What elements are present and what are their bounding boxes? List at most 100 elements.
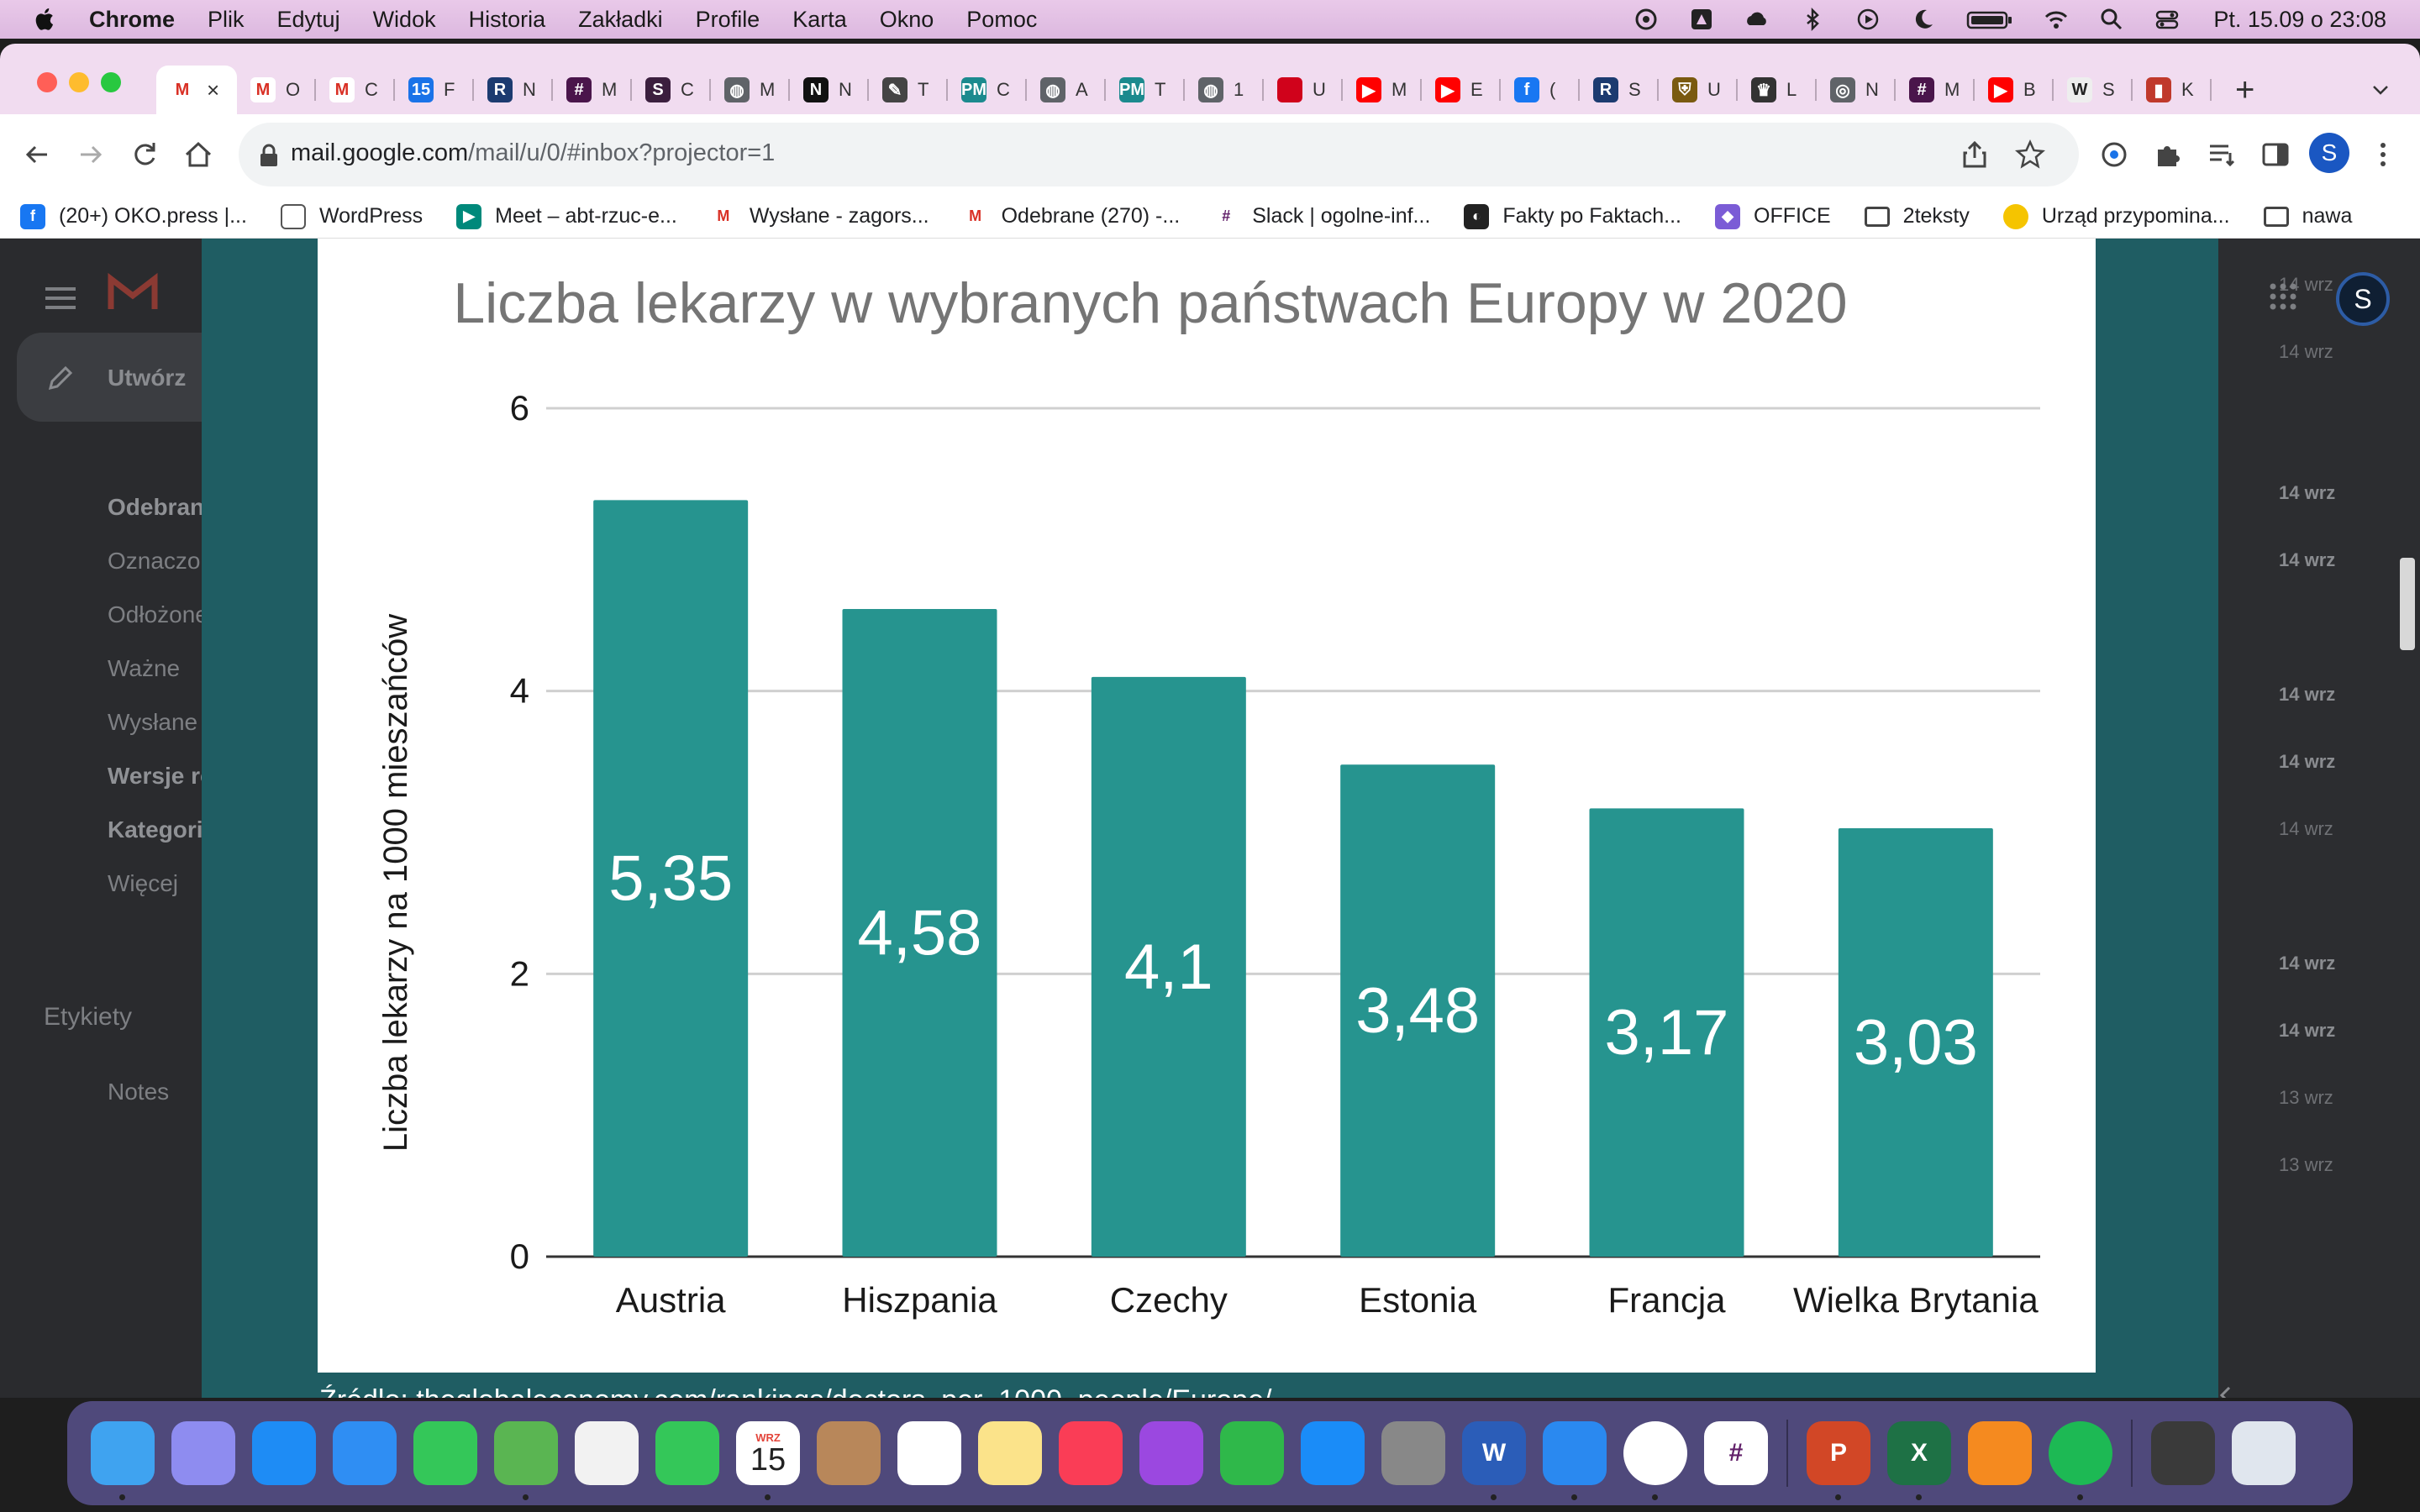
extension-vpn-icon[interactable] <box>2097 138 2131 171</box>
notes-icon[interactable] <box>978 1421 1042 1485</box>
browser-tab[interactable]: ◎ N <box>1817 66 1896 114</box>
browser-tab[interactable]: ▮ K <box>2133 66 2212 114</box>
browser-tab[interactable]: WS <box>2054 66 2133 114</box>
browser-tab[interactable]: f( <box>1501 66 1580 114</box>
keynote-icon[interactable] <box>1543 1421 1607 1500</box>
window-minimize-button[interactable] <box>69 72 89 92</box>
appstore-icon[interactable] <box>1301 1421 1365 1485</box>
reading-list-icon[interactable] <box>2205 138 2238 171</box>
browser-tab[interactable]: ▶ M <box>1343 66 1422 114</box>
contacts-icon[interactable] <box>817 1421 881 1485</box>
browser-tab[interactable]: MC <box>316 66 395 114</box>
browser-tab[interactable]: PM C <box>948 66 1027 114</box>
browser-tab[interactable]: SC <box>632 66 711 114</box>
browser-tab[interactable]: NN <box>790 66 869 114</box>
slack-icon[interactable]: # <box>1704 1421 1768 1485</box>
gmail-logo-icon[interactable] <box>108 272 158 311</box>
bookmark-item[interactable]: M Wysłane - zagors... <box>710 203 929 229</box>
share-icon[interactable] <box>1960 139 1990 170</box>
podcasts-icon[interactable] <box>1139 1421 1203 1485</box>
browser-tab[interactable]: MO <box>237 66 316 114</box>
new-tab-button[interactable]: + <box>2235 73 2254 107</box>
bookmark-item[interactable]: ◆ OFFICE <box>1715 203 1831 229</box>
side-panel-icon[interactable] <box>2259 138 2292 171</box>
google-apps-grid-icon[interactable] <box>2269 282 2297 311</box>
browser-tab[interactable]: ◍ A <box>1027 66 1106 114</box>
gmail-nav-item[interactable]: Wersje robocze <box>0 751 281 801</box>
music-icon[interactable] <box>1059 1421 1123 1485</box>
browser-tab[interactable]: ▶ B <box>1975 66 2054 114</box>
browser-tab[interactable]: # M <box>553 66 632 114</box>
bookmark-item[interactable]: f (20+) OKO.press |... <box>20 203 247 229</box>
bookmark-item[interactable]: ▶ Meet – abt-rzuc-e... <box>456 203 677 229</box>
hamburger-menu-icon[interactable] <box>44 286 77 311</box>
menu-edit[interactable]: Edytuj <box>277 7 340 33</box>
word-icon[interactable]: W <box>1462 1421 1526 1500</box>
bookmark-item[interactable]: ◐ Fakty po Faktach... <box>1464 203 1681 229</box>
browser-tab[interactable]: ◍ 1 <box>1185 66 1264 114</box>
forward-arrow-icon[interactable] <box>74 138 108 171</box>
menu-history[interactable]: Historia <box>469 7 546 33</box>
home-icon[interactable] <box>182 138 215 171</box>
bookmark-item[interactable]: # Slack | ogolne-inf... <box>1213 203 1430 229</box>
browser-tab[interactable]: ✎ T <box>869 66 948 114</box>
extensions-puzzle-icon[interactable] <box>2151 138 2185 171</box>
gmail-nav-item[interactable]: Odebrane <box>0 482 218 533</box>
reminders-icon[interactable] <box>897 1421 961 1485</box>
window-maximize-button[interactable] <box>101 72 121 92</box>
gmail-label-item[interactable]: Notes <box>0 1067 202 1117</box>
browser-tab[interactable]: M × <box>156 66 237 114</box>
maps-icon[interactable] <box>494 1421 558 1500</box>
browser-tab[interactable]: ⛨ U <box>1659 66 1738 114</box>
back-arrow-icon[interactable] <box>20 138 54 171</box>
bookmark-item[interactable]: M Odebrane (270) -... <box>962 203 1180 229</box>
lock-icon[interactable] <box>257 143 281 168</box>
chrome-menu-kebab-icon[interactable] <box>2366 138 2400 171</box>
battery-icon[interactable] <box>1966 7 2013 32</box>
mail-icon[interactable] <box>333 1421 397 1485</box>
moon-icon[interactable] <box>1911 7 1936 32</box>
launchpad-icon[interactable] <box>171 1421 235 1485</box>
gmail-account-avatar[interactable]: S <box>2336 272 2390 326</box>
menu-help[interactable]: Pomoc <box>966 7 1037 33</box>
profile-avatar[interactable]: S <box>2309 133 2349 173</box>
menu-tab[interactable]: Karta <box>792 7 847 33</box>
apple-icon[interactable] <box>32 7 55 32</box>
drive-icon[interactable] <box>1689 7 1714 32</box>
messages-icon[interactable] <box>413 1421 477 1485</box>
cloud-icon[interactable] <box>1744 7 1770 32</box>
vpn-icon[interactable] <box>1634 7 1659 32</box>
menu-bookmarks[interactable]: Zakładki <box>578 7 663 33</box>
gmail-nav-item[interactable]: Ważne <box>0 643 202 694</box>
browser-tab[interactable]: U <box>1264 66 1343 114</box>
excel-icon[interactable]: X <box>1887 1421 1951 1500</box>
menu-bar-clock[interactable]: Pt. 15.09 o 23:08 <box>2213 7 2386 33</box>
bookmark-item[interactable]: 2teksty <box>1864 204 1970 228</box>
browser-tab[interactable]: # M <box>1896 66 1975 114</box>
gmail-nav-item[interactable]: Odłożone <box>0 590 208 640</box>
browser-tab[interactable]: 15 F <box>395 66 474 114</box>
address-bar-url[interactable]: mail.google.com/mail/u/0/#inbox?projecto… <box>291 139 775 167</box>
media-play-icon[interactable] <box>1855 7 1881 32</box>
menu-app-name[interactable]: Chrome <box>89 7 175 33</box>
trash-icon[interactable] <box>2232 1421 2296 1485</box>
photos-icon[interactable] <box>575 1421 639 1485</box>
address-bar[interactable]: mail.google.com/mail/u/0/#inbox?projecto… <box>239 123 2079 186</box>
gmail-nav-item[interactable]: Wysłane <box>0 697 202 748</box>
browser-tab[interactable]: ◍ M <box>711 66 790 114</box>
menu-profiles[interactable]: Profile <box>696 7 760 33</box>
bluetooth-icon[interactable] <box>1800 7 1825 32</box>
menu-window[interactable]: Okno <box>880 7 934 33</box>
reload-icon[interactable] <box>128 138 161 171</box>
spotify-icon[interactable] <box>2049 1421 2112 1500</box>
menu-file[interactable]: Plik <box>208 7 245 33</box>
control-center-icon[interactable] <box>2154 7 2180 32</box>
tab-close-icon[interactable]: × <box>207 77 219 103</box>
bookmark-item[interactable]: nawa <box>2263 204 2352 228</box>
settings-icon[interactable] <box>1381 1421 1445 1485</box>
browser-tab[interactable]: ▶ E <box>1422 66 1501 114</box>
wifi-icon[interactable] <box>2044 7 2069 32</box>
browser-tab[interactable]: PM T <box>1106 66 1185 114</box>
tab-search-chevron-icon[interactable] <box>2370 79 2391 101</box>
facetime-icon[interactable] <box>655 1421 719 1485</box>
